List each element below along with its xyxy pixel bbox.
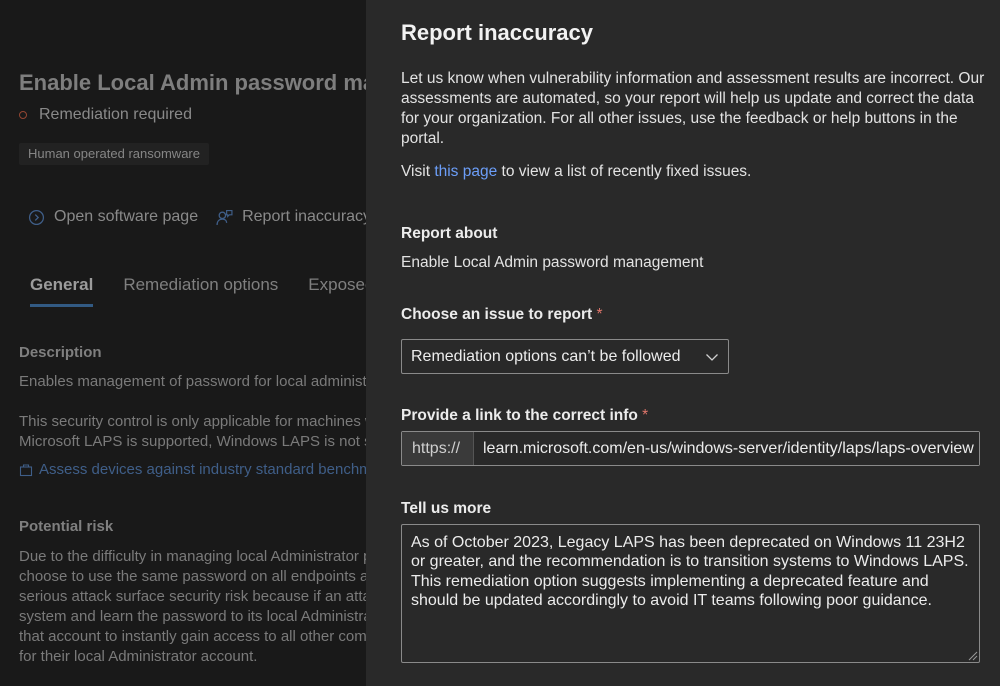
tag-badge: Human operated ransomware [19,143,209,165]
description-heading: Description [19,344,102,361]
issue-label-text: Choose an issue to report [401,306,593,323]
status-text: Remediation required [39,106,192,123]
panel-title: Report inaccuracy [401,20,593,45]
risk-line-2: choose to use the same password on all e… [19,568,366,585]
visit-suffix: to view a list of recently fixed issues. [497,163,752,180]
potential-risk-heading: Potential risk [19,518,114,535]
issue-label: Choose an issue to report * [401,306,603,324]
assess-devices-label: Assess devices against industry standard… [39,461,366,478]
assess-devices-link[interactable]: Assess devices against industry standard… [19,461,366,478]
tab-general[interactable]: General [30,275,94,307]
arrow-circle-icon [28,209,45,225]
required-asterisk: * [642,407,649,424]
visit-prefix: Visit [401,163,435,180]
risk-line-1: Due to the difficulty in managing local … [19,548,366,565]
intro-text: Let us know when vulnerability informati… [401,70,985,147]
chevron-down-icon [706,354,718,361]
link-input[interactable] [474,432,979,465]
tab-bar: General Remediation options Exposed devi… [30,275,366,307]
link-label: Provide a link to the correct info * [401,407,648,425]
open-software-page-button[interactable]: Open software page [28,208,198,226]
risk-line-6: for their local Administrator account. [19,648,258,665]
benchmark-icon [19,463,33,476]
issue-selected-value: Remediation options can’t be followed [411,348,681,365]
report-about-value: Enable Local Admin password management [401,254,704,271]
link-label-text: Provide a link to the correct info [401,407,638,424]
report-inaccuracy-label: Report inaccuracy [242,208,366,225]
status-dot-icon [19,111,27,119]
resize-handle-icon[interactable] [966,649,978,661]
tell-us-more-label: Tell us more [401,500,492,517]
risk-line-4: system and learn the password to its loc… [19,608,366,625]
description-text: Enables management of password for local… [19,373,366,390]
background-page: Enable Local Admin password management R… [0,0,366,686]
visit-text: Visit this page to view a list of recent… [401,163,751,181]
report-inaccuracy-panel: Report inaccuracy Let us know when vulne… [366,0,1000,686]
tab-exposed-devices[interactable]: Exposed devices [308,275,366,295]
risk-line-3: serious attack surface security risk bec… [19,588,366,605]
open-software-page-label: Open software page [54,208,199,225]
link-field: https:// [401,431,980,466]
tell-us-more-textarea[interactable]: As of October 2023, Legacy LAPS has been… [401,524,980,663]
note-line-1: This security control is only applicable… [19,413,366,430]
issue-dropdown[interactable]: Remediation options can’t be followed [401,339,729,374]
report-inaccuracy-button[interactable]: Report inaccuracy [216,208,366,226]
action-bar: Open software page Report inaccuracy [28,208,366,226]
page-title: Enable Local Admin password management [19,70,366,95]
note-line-2: Microsoft LAPS is supported, Windows LAP… [19,433,366,450]
required-asterisk: * [596,306,603,323]
risk-line-5: that account to instantly gain access to… [19,628,366,645]
status-indicator: Remediation required [19,106,192,124]
this-page-link[interactable]: this page [434,163,497,180]
tab-remediation-options[interactable]: Remediation options [123,275,278,295]
person-feedback-icon [216,209,233,225]
report-about-label: Report about [401,225,498,242]
url-prefix: https:// [402,432,474,465]
